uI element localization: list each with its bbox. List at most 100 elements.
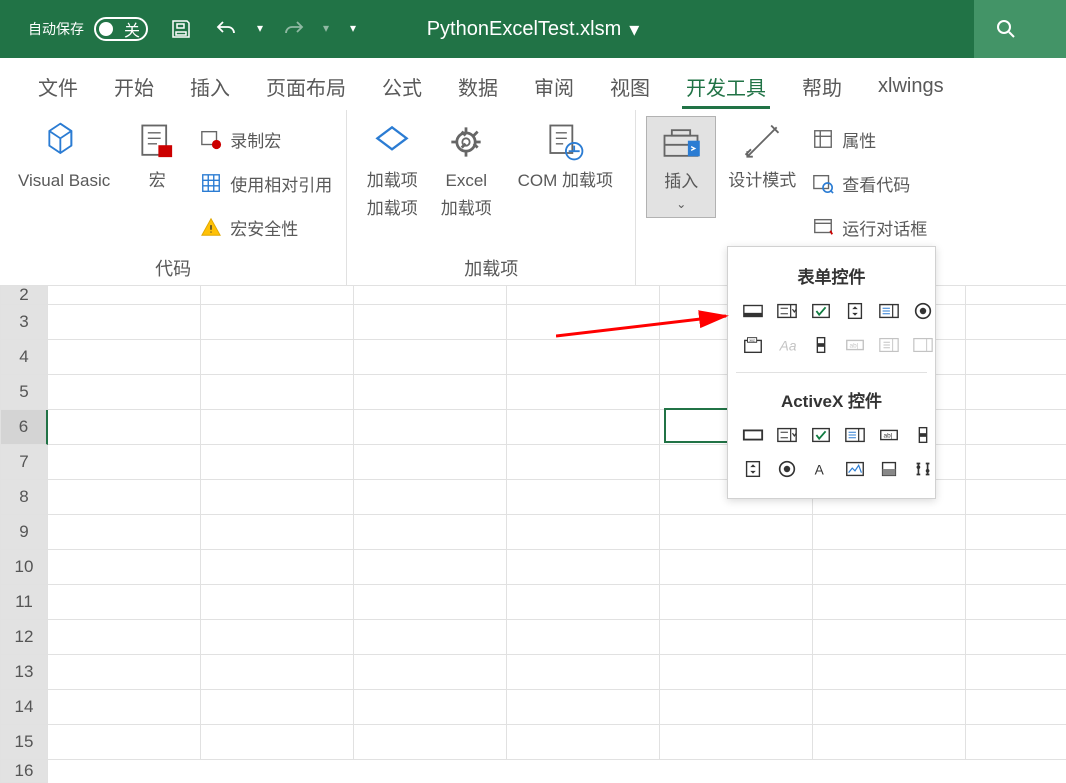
row-header-10[interactable]: 10 bbox=[0, 550, 48, 585]
com-addins-button[interactable]: COM 加载项 bbox=[505, 116, 625, 224]
activex-image-control[interactable] bbox=[842, 456, 868, 482]
tab-home[interactable]: 开始 bbox=[96, 62, 172, 110]
row-header-2[interactable]: 2 bbox=[0, 286, 48, 305]
activex-scrollbar-control[interactable] bbox=[910, 422, 936, 448]
visual-basic-label: Visual Basic bbox=[18, 170, 110, 192]
ribbon-group-addins: 加载项 加载项 Excel 加载项 COM 加载项 加载项 bbox=[347, 110, 636, 285]
row-header-9[interactable]: 9 bbox=[0, 515, 48, 550]
design-mode-label: 设计模式 bbox=[728, 170, 796, 192]
tab-developer[interactable]: 开发工具 bbox=[668, 62, 784, 110]
insert-controls-button[interactable]: 插入 ⌄ bbox=[646, 116, 716, 218]
row-header-6[interactable]: 6 bbox=[0, 410, 48, 445]
ribbon-group-code: Visual Basic 宏 录制宏 使用相对引用 宏安全性 bbox=[0, 110, 347, 285]
row-header-12[interactable]: 12 bbox=[0, 620, 48, 655]
toolbox-icon bbox=[659, 121, 703, 165]
form-groupbox-control[interactable]: xyz bbox=[740, 332, 766, 358]
tab-file[interactable]: 文件 bbox=[20, 62, 96, 110]
row-header-13[interactable]: 13 bbox=[0, 655, 48, 690]
activex-combobox-control[interactable] bbox=[774, 422, 800, 448]
design-mode-icon bbox=[740, 120, 784, 164]
design-mode-button[interactable]: 设计模式 bbox=[720, 116, 804, 196]
form-button-control[interactable] bbox=[740, 298, 766, 324]
macro-security-label: 宏安全性 bbox=[230, 215, 298, 240]
row-header-8[interactable]: 8 bbox=[0, 480, 48, 515]
insert-controls-label: 插入 bbox=[664, 171, 698, 193]
activex-controls-title: ActiveX 控件 bbox=[732, 379, 931, 422]
panel-separator bbox=[736, 372, 927, 373]
tab-view[interactable]: 视图 bbox=[592, 62, 668, 110]
use-relative-label: 使用相对引用 bbox=[230, 171, 332, 196]
row-header-3[interactable]: 3 bbox=[0, 305, 48, 340]
form-listbox-control[interactable] bbox=[876, 298, 902, 324]
excel-addins-label: Excel bbox=[446, 170, 488, 192]
undo-button[interactable] bbox=[204, 9, 250, 49]
svg-text:Aa: Aa bbox=[779, 339, 797, 354]
form-combo-list-control bbox=[876, 332, 902, 358]
view-code-label: 查看代码 bbox=[842, 171, 910, 196]
form-combobox-control[interactable] bbox=[774, 298, 800, 324]
row-header-15[interactable]: 15 bbox=[0, 725, 48, 760]
ribbon-tabs: 文件 开始 插入 页面布局 公式 数据 审阅 视图 开发工具 帮助 xlwing… bbox=[0, 58, 1066, 110]
autosave-label: 自动保存 bbox=[28, 19, 84, 39]
autosave-toggle[interactable]: 自动保存 关 bbox=[28, 17, 140, 41]
form-label-control[interactable]: Aa bbox=[774, 332, 800, 358]
properties-icon bbox=[812, 128, 834, 150]
tab-help[interactable]: 帮助 bbox=[784, 62, 860, 110]
svg-text:xyz: xyz bbox=[749, 338, 755, 342]
properties-button[interactable]: 属性 bbox=[808, 120, 931, 158]
form-checkbox-control[interactable] bbox=[808, 298, 834, 324]
activex-spinner-control[interactable] bbox=[740, 456, 766, 482]
activex-label-control[interactable]: A bbox=[808, 456, 834, 482]
insert-controls-dropdown: 表单控件 xyz Aa ab| ActiveX 控件 ab| A bbox=[727, 246, 936, 499]
form-textfield-control: ab| bbox=[842, 332, 868, 358]
use-relative-button[interactable]: 使用相对引用 bbox=[196, 164, 336, 202]
activex-textbox-control[interactable]: ab| bbox=[876, 422, 902, 448]
view-code-icon bbox=[812, 172, 834, 194]
search-icon bbox=[994, 17, 1018, 41]
record-macro-button[interactable]: 录制宏 bbox=[196, 120, 336, 158]
record-macro-label: 录制宏 bbox=[230, 127, 281, 152]
tab-review[interactable]: 审阅 bbox=[516, 62, 592, 110]
tab-page-layout[interactable]: 页面布局 bbox=[248, 62, 364, 110]
autosave-off-label: 关 bbox=[124, 17, 140, 41]
excel-addins-label-2: 加载项 bbox=[441, 198, 492, 220]
run-dialog-button[interactable]: 运行对话框 bbox=[808, 208, 931, 246]
tab-insert[interactable]: 插入 bbox=[172, 62, 248, 110]
form-scrollbar-control[interactable] bbox=[808, 332, 834, 358]
tab-data[interactable]: 数据 bbox=[440, 62, 516, 110]
redo-button[interactable] bbox=[270, 9, 316, 49]
visual-basic-button[interactable]: Visual Basic bbox=[10, 116, 118, 196]
search-box[interactable] bbox=[974, 0, 1066, 58]
activex-togglebutton-control[interactable] bbox=[876, 456, 902, 482]
save-button[interactable] bbox=[158, 9, 204, 49]
macro-security-button[interactable]: 宏安全性 bbox=[196, 208, 336, 246]
redo-dropdown[interactable]: ▾ bbox=[316, 8, 336, 48]
row-header-14[interactable]: 14 bbox=[0, 690, 48, 725]
activex-checkbox-control[interactable] bbox=[808, 422, 834, 448]
row-header-7[interactable]: 7 bbox=[0, 445, 48, 480]
form-radio-control[interactable] bbox=[910, 298, 936, 324]
activex-listbox-control[interactable] bbox=[842, 422, 868, 448]
row-header-11[interactable]: 11 bbox=[0, 585, 48, 620]
macros-button[interactable]: 宏 bbox=[122, 116, 192, 196]
window-title[interactable]: PythonExcelTest.xlsm ▾ bbox=[427, 17, 640, 42]
row-header-4[interactable]: 4 bbox=[0, 340, 48, 375]
addins-button[interactable]: 加载项 加载项 bbox=[357, 116, 427, 224]
form-spinner-control[interactable] bbox=[842, 298, 868, 324]
addins-label: 加载项 bbox=[367, 170, 418, 192]
chevron-down-icon: ▾ bbox=[629, 17, 639, 42]
chevron-down-icon: ⌄ bbox=[676, 197, 686, 213]
qat-customize[interactable]: ▾ bbox=[336, 8, 370, 48]
tab-xlwings[interactable]: xlwings bbox=[860, 62, 962, 110]
view-code-button[interactable]: 查看代码 bbox=[808, 164, 931, 202]
row-header-5[interactable]: 5 bbox=[0, 375, 48, 410]
titlebar: 自动保存 关 ▾ ▾ ▾ PythonExcelTest.xlsm ▾ bbox=[0, 0, 1066, 58]
tab-formulas[interactable]: 公式 bbox=[364, 62, 440, 110]
svg-text:ab|: ab| bbox=[884, 433, 893, 440]
excel-addins-button[interactable]: Excel 加载项 bbox=[431, 116, 501, 224]
activex-button-control[interactable] bbox=[740, 422, 766, 448]
activex-radio-control[interactable] bbox=[774, 456, 800, 482]
activex-more-controls[interactable] bbox=[910, 456, 936, 482]
undo-dropdown[interactable]: ▾ bbox=[250, 8, 270, 48]
form-controls-title: 表单控件 bbox=[732, 255, 931, 298]
